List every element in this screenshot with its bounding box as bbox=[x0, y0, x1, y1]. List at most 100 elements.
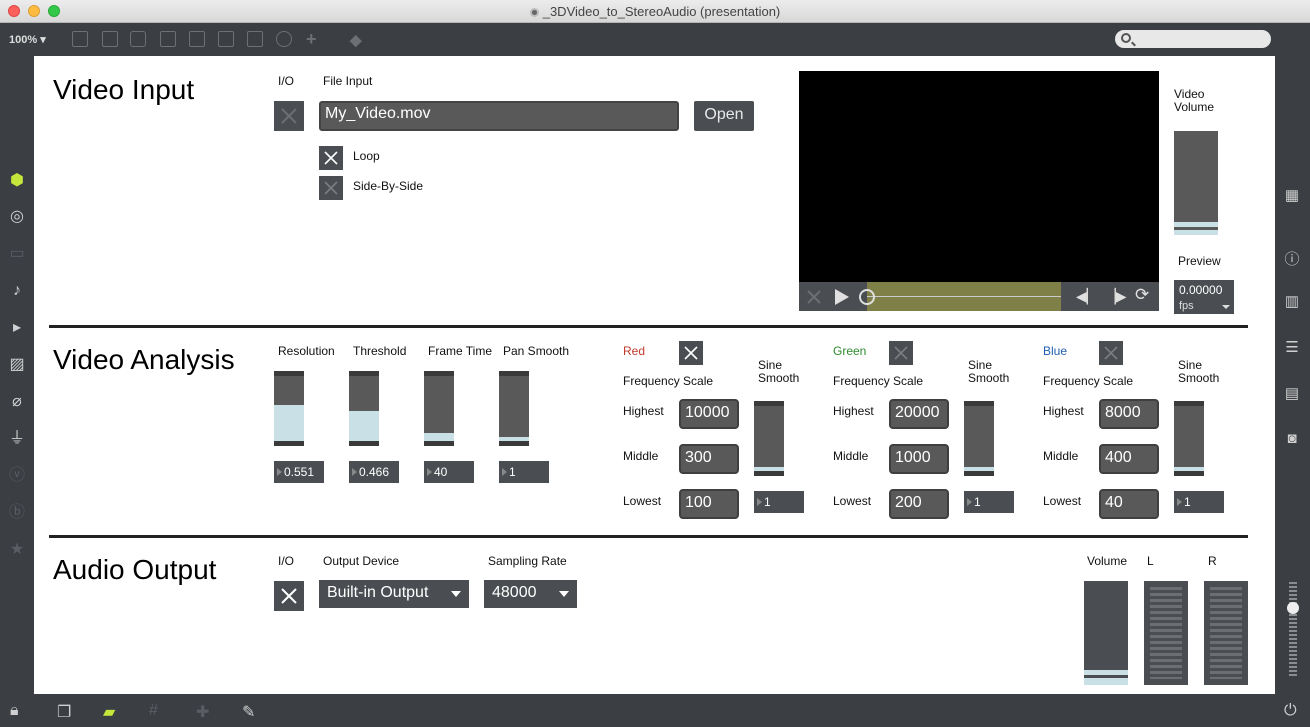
audio-io-toggle[interactable] bbox=[274, 581, 304, 611]
slider-cap bbox=[424, 441, 454, 446]
play-object-icon[interactable] bbox=[218, 31, 234, 47]
window-icon[interactable] bbox=[72, 31, 88, 47]
audio-volume-slider[interactable] bbox=[1084, 581, 1128, 685]
sampling-rate-dropdown[interactable]: 48000 bbox=[484, 580, 577, 608]
slider-fill bbox=[274, 405, 304, 441]
resolution-number[interactable]: 0.551 bbox=[274, 461, 324, 483]
slider-fill bbox=[349, 411, 379, 441]
video-io-toggle[interactable] bbox=[274, 101, 304, 131]
green-sine-smooth-slider[interactable] bbox=[964, 401, 994, 476]
red-middle-field[interactable]: 300 bbox=[679, 444, 739, 474]
open-button[interactable]: Open bbox=[694, 101, 754, 131]
red-channel-toggle[interactable] bbox=[679, 341, 703, 365]
resolution-label: Resolution bbox=[278, 344, 335, 358]
highest-label: Highest bbox=[1043, 404, 1084, 418]
side-by-side-toggle[interactable] bbox=[319, 176, 343, 200]
image-icon[interactable]: ▨ bbox=[8, 356, 26, 374]
frame-time-slider[interactable] bbox=[424, 371, 454, 446]
v-badge-icon[interactable]: ⓥ bbox=[8, 467, 26, 485]
blue-sine-smooth-number[interactable]: 1 bbox=[1174, 491, 1224, 513]
video-volume-knob[interactable] bbox=[1174, 222, 1218, 227]
target-icon[interactable]: ◎ bbox=[8, 208, 26, 226]
grid-lines-icon[interactable]: # bbox=[149, 702, 158, 720]
blue-highest-field[interactable]: 8000 bbox=[1099, 399, 1159, 429]
slider-icon[interactable] bbox=[247, 31, 263, 47]
windows-icon[interactable]: ❐ bbox=[57, 702, 71, 722]
red-sine-smooth-number[interactable]: 1 bbox=[754, 491, 804, 513]
blue-channel-toggle[interactable] bbox=[1099, 341, 1123, 365]
video-volume-slider[interactable] bbox=[1174, 131, 1218, 235]
camera-icon[interactable]: ◙ bbox=[1283, 430, 1301, 447]
b-badge-icon[interactable]: ⓑ bbox=[8, 504, 26, 522]
pan-smooth-number[interactable]: 1 bbox=[499, 461, 549, 483]
file-input-label: File Input bbox=[323, 74, 373, 88]
file-name-field[interactable]: My_Video.mov bbox=[319, 101, 679, 131]
step-forward-icon[interactable]: ▕▶ bbox=[1105, 288, 1127, 305]
middle-label: Middle bbox=[623, 449, 659, 463]
power-icon[interactable]: ⏻ bbox=[1284, 702, 1297, 720]
audio-io-label: I/O bbox=[278, 554, 295, 568]
loop-playback-icon[interactable]: ⟳ bbox=[1135, 285, 1149, 305]
dial-icon[interactable] bbox=[276, 31, 292, 47]
step-back-icon[interactable]: ◀▏ bbox=[1076, 288, 1098, 305]
info-icon[interactable]: ⓘ bbox=[1283, 248, 1301, 269]
blue-lowest-field[interactable]: 40 bbox=[1099, 489, 1159, 519]
sine-smooth-label: Sine Smooth bbox=[968, 358, 1010, 385]
blue-middle-field[interactable]: 400 bbox=[1099, 444, 1159, 474]
green-middle-field[interactable]: 1000 bbox=[889, 444, 949, 474]
add-snap-icon[interactable]: ✚ bbox=[196, 702, 209, 722]
cube-icon[interactable]: ⬢ bbox=[8, 172, 26, 190]
keyboard-icon[interactable]: ▭ bbox=[8, 245, 26, 263]
playlist-icon[interactable]: ▸ bbox=[8, 319, 26, 337]
star-icon[interactable]: ★ bbox=[8, 541, 26, 559]
green-channel-label: Green bbox=[833, 344, 867, 358]
blue-sine-smooth-slider[interactable] bbox=[1174, 401, 1204, 476]
list-icon[interactable]: ☰ bbox=[1283, 338, 1301, 356]
loop-toggle[interactable] bbox=[319, 146, 343, 170]
red-sine-smooth-slider[interactable] bbox=[754, 401, 784, 476]
left-sidebar: ⬢ ◎ ▭ ♪ ▸ ▨ ⌀ ⏚ ⓥ ⓑ ★ bbox=[0, 56, 34, 694]
button-icon[interactable] bbox=[189, 31, 205, 47]
red-highest-field[interactable]: 10000 bbox=[679, 399, 739, 429]
section-divider bbox=[49, 535, 1248, 538]
green-channel-toggle[interactable] bbox=[889, 341, 913, 365]
green-sine-smooth-number[interactable]: 1 bbox=[964, 491, 1014, 513]
green-highest-field[interactable]: 20000 bbox=[889, 399, 949, 429]
grid-icon[interactable]: ▦ bbox=[1283, 186, 1301, 204]
scrub-handle[interactable] bbox=[859, 289, 875, 305]
wrench-icon[interactable]: ✎ bbox=[242, 702, 255, 722]
comment-icon[interactable] bbox=[130, 31, 146, 47]
middle-label: Middle bbox=[1043, 449, 1079, 463]
fps-display[interactable]: 0.00000 fps bbox=[1174, 280, 1234, 314]
threshold-slider[interactable] bbox=[349, 371, 379, 446]
add-object-icon[interactable]: + bbox=[306, 29, 317, 50]
toggle-icon[interactable] bbox=[160, 31, 176, 47]
output-device-dropdown[interactable]: Built-in Output bbox=[319, 580, 469, 608]
paperclip-icon[interactable]: ⌀ bbox=[8, 393, 26, 411]
resolution-slider[interactable] bbox=[274, 371, 304, 446]
audio-volume-knob[interactable] bbox=[1084, 670, 1128, 675]
video-analysis-heading: Video Analysis bbox=[53, 344, 235, 375]
green-lowest-field[interactable]: 200 bbox=[889, 489, 949, 519]
presentation-icon[interactable]: ▰ bbox=[103, 702, 115, 722]
zoom-dropdown[interactable]: 100% ▾ bbox=[9, 33, 46, 46]
search-input[interactable] bbox=[1115, 30, 1271, 48]
paint-icon[interactable]: ◆ bbox=[350, 31, 362, 49]
master-level-knob[interactable] bbox=[1287, 602, 1299, 614]
message-icon[interactable] bbox=[102, 31, 118, 47]
slider-cap bbox=[754, 471, 784, 476]
play-icon[interactable] bbox=[835, 289, 849, 305]
loop-label: Loop bbox=[353, 149, 380, 163]
book-open-icon[interactable]: ▥ bbox=[1283, 292, 1301, 310]
slider-cap bbox=[274, 441, 304, 446]
threshold-number[interactable]: 0.466 bbox=[349, 461, 399, 483]
lock-icon[interactable]: 🔒︎ bbox=[10, 702, 19, 720]
audio-output-heading: Audio Output bbox=[53, 554, 217, 585]
book-icon[interactable]: ▤ bbox=[1283, 384, 1301, 402]
red-lowest-field[interactable]: 100 bbox=[679, 489, 739, 519]
close-icon[interactable] bbox=[805, 288, 823, 306]
pan-smooth-slider[interactable] bbox=[499, 371, 529, 446]
music-note-icon[interactable]: ♪ bbox=[8, 282, 26, 300]
plug-icon[interactable]: ⏚ bbox=[8, 430, 26, 448]
frame-time-number[interactable]: 40 bbox=[424, 461, 474, 483]
